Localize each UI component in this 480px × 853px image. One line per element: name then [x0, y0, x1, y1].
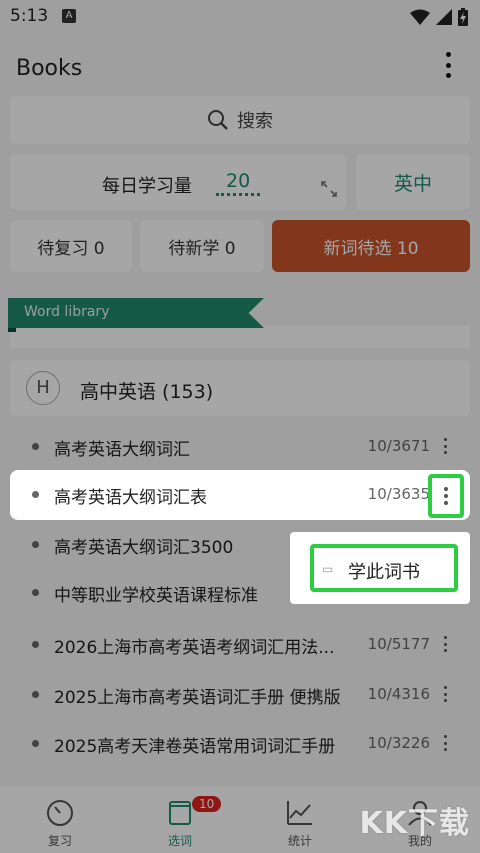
study-this-book-menu-item[interactable]: ▭ 学此词书	[310, 544, 458, 592]
list-item-highlighted[interactable]: 高考英语大纲词汇表 10/3635	[10, 470, 470, 520]
watermark-logo: KK下载	[359, 806, 470, 841]
book-small-icon: ▭	[322, 562, 334, 576]
study-this-book-label: 学此词书	[348, 562, 420, 583]
app-screen: 5:13 A Books 搜索 每日学习量 20 英中 待复习 0 待新学 0 …	[0, 0, 480, 853]
more-vert-icon-highlighted[interactable]	[428, 474, 464, 518]
book-title: 高考英语大纲词汇表	[54, 488, 207, 508]
context-menu: ▭ 学此词书	[290, 532, 470, 604]
dim-overlay[interactable]	[0, 0, 480, 853]
bullet-icon	[32, 491, 39, 498]
book-progress: 10/3635	[367, 485, 430, 503]
